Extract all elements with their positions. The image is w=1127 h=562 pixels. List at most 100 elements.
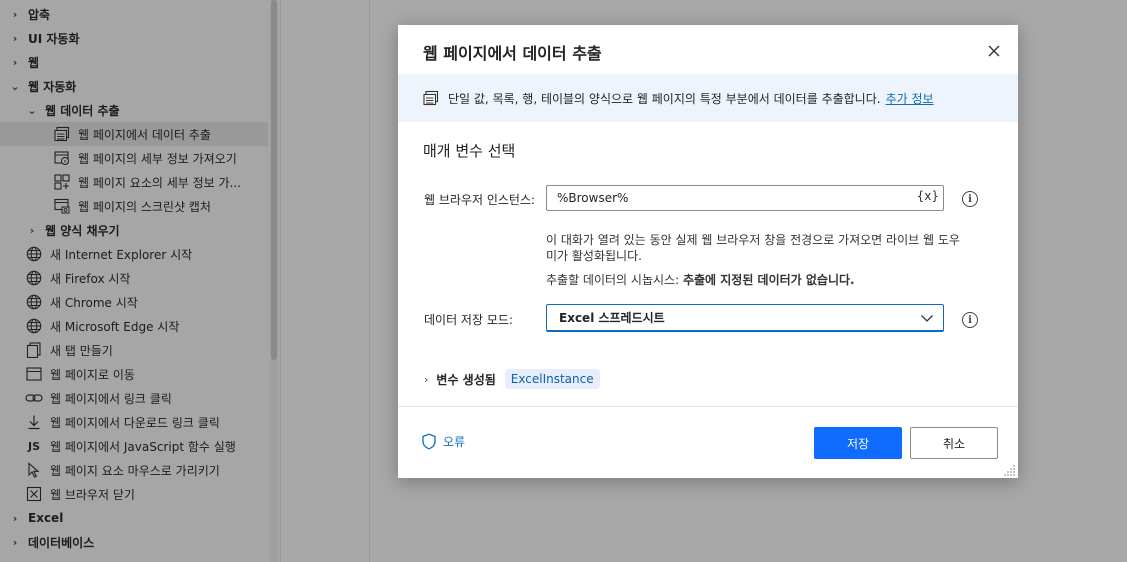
data-preview-line: 추출할 데이터의 시놉시스: 추출에 지정된 데이터가 없습니다.	[546, 272, 855, 288]
live-helper-hint-line2: 미가 활성화됩니다.	[546, 249, 642, 263]
tree-item[interactable]: 웹 페이지에서 링크 클릭	[0, 386, 268, 410]
tree-item-label: 웹 페이지에서 JavaScript 함수 실행	[50, 439, 236, 454]
variable-pill[interactable]: ExcelInstance	[504, 369, 600, 389]
new-tab-icon	[25, 342, 43, 358]
tree-item-label: 웹 페이지에서 다운로드 링크 클릭	[50, 415, 220, 430]
browser-instance-value: %Browser%	[557, 191, 629, 205]
chevron-right-icon[interactable]: ›	[8, 32, 22, 45]
variable-picker-button[interactable]: {x}	[917, 189, 939, 203]
browser-window-icon	[25, 366, 43, 382]
page-details-icon	[53, 150, 71, 166]
download-icon	[25, 414, 43, 430]
chevron-right-icon[interactable]: ›	[8, 512, 22, 525]
shield-icon	[421, 433, 437, 450]
save-button[interactable]: 저장	[814, 427, 902, 459]
tree-item-label: 압축	[28, 7, 51, 22]
live-helper-hint-line1: 이 대화가 열려 있는 동안 실제 웹 브라우저 창을 전경으로 가져오면 라이…	[546, 233, 960, 247]
chevron-down-icon	[921, 315, 933, 322]
data-preview-label: 추출할 데이터의 시놉시스:	[546, 273, 680, 287]
tree-item[interactable]: 새 Microsoft Edge 시작	[0, 314, 268, 338]
extract-data-dialog: 웹 페이지에서 데이터 추출 단일 값, 목록, 행, 테이블의 양식으로 웹 …	[398, 25, 1018, 478]
cursor-icon	[25, 462, 43, 478]
chevron-down-icon[interactable]: ⌄	[25, 104, 39, 117]
tree-item[interactable]: 새 Firefox 시작	[0, 266, 268, 290]
info-icon[interactable]: i	[962, 191, 978, 207]
tree-item-label: 새 Chrome 시작	[50, 295, 138, 310]
tree-item[interactable]: 새 탭 만들기	[0, 338, 268, 362]
globe-icon	[25, 246, 43, 262]
chevron-right-icon[interactable]: ›	[8, 56, 22, 69]
tree-item[interactable]: 웹 페이지 요소 마우스로 가리키기	[0, 458, 268, 482]
dialog-title: 웹 페이지에서 데이터 추출	[423, 44, 602, 63]
tree-item-label: 데이터베이스	[28, 535, 95, 550]
tree-item[interactable]: › 압축	[0, 2, 268, 26]
tree-item[interactable]: 웹 페이지의 세부 정보 가져오기	[0, 146, 268, 170]
tree-item[interactable]: ⌄ 웹 자동화	[0, 74, 268, 98]
info-icon[interactable]: i	[962, 312, 978, 328]
tree-item-label: 웹 페이지에서 링크 클릭	[50, 391, 172, 406]
tree-item[interactable]: › 웹	[0, 50, 268, 74]
chevron-right-icon[interactable]: ›	[8, 536, 22, 549]
tree-item[interactable]: › UI 자동화	[0, 26, 268, 50]
variables-pane	[280, 0, 370, 562]
tree-item-label: 웹 페이지에서 데이터 추출	[78, 127, 211, 142]
variables-produced-toggle[interactable]: › 변수 생성됨 ExcelInstance	[424, 369, 600, 389]
chevron-right-icon[interactable]: ›	[8, 8, 22, 21]
element-details-icon	[53, 174, 71, 190]
storage-mode-label: 데이터 저장 모드:	[424, 313, 513, 327]
tree-item-label: 새 Microsoft Edge 시작	[50, 319, 180, 334]
tree-item-label: 웹 페이지의 스크린샷 캡처	[78, 199, 211, 214]
extract-data-icon	[423, 90, 439, 106]
cancel-button[interactable]: 취소	[910, 427, 998, 459]
tree-item[interactable]: 웹 페이지 요소의 세부 정보 가...	[0, 170, 268, 194]
tree-item-label: 새 Firefox 시작	[50, 271, 131, 286]
link-icon	[25, 390, 43, 406]
chevron-right-icon[interactable]: ›	[25, 224, 39, 237]
chevron-down-icon[interactable]: ⌄	[8, 80, 22, 93]
info-banner: 단일 값, 목록, 행, 테이블의 양식으로 웹 페이지의 특정 부분에서 데이…	[398, 74, 1018, 122]
globe-icon	[25, 318, 43, 334]
actions-pane: › 압축 › UI 자동화 › 웹 ⌄ 웹 자동화 ⌄ 웹 데이터 추출 웹 페이지에서 데이터 추…	[0, 0, 280, 562]
tree-item-label: 웹 양식 채우기	[45, 223, 120, 238]
more-info-link[interactable]: 추가 정보	[886, 90, 934, 107]
tree-item[interactable]: › Excel	[0, 506, 268, 530]
tree-item[interactable]: 웹 페이지로 이동	[0, 362, 268, 386]
tree-item-label: 웹 자동화	[28, 79, 77, 94]
tree-item[interactable]: 웹 페이지에서 다운로드 링크 클릭	[0, 410, 268, 434]
tree-item[interactable]: › 웹 양식 채우기	[0, 218, 268, 242]
actions-scroll-thumb[interactable]	[271, 0, 277, 360]
on-error-label: 오류	[443, 435, 466, 449]
close-button[interactable]	[984, 41, 1004, 61]
tree-item[interactable]: 웹 페이지에서 데이터 추출	[0, 122, 268, 146]
tree-item[interactable]: JS 웹 페이지에서 JavaScript 함수 실행	[0, 434, 268, 458]
js-icon: JS	[27, 439, 40, 453]
storage-mode-value: Excel 스프레드시트	[559, 311, 665, 325]
tree-item-label: 웹 페이지로 이동	[50, 367, 135, 382]
tree-item-label: 새 Internet Explorer 시작	[50, 247, 193, 262]
tree-item-label: UI 자동화	[28, 31, 80, 46]
browser-instance-input[interactable]: %Browser% {x}	[546, 185, 944, 211]
resize-grip-icon[interactable]	[1004, 464, 1016, 476]
tree-item[interactable]: 웹 브라우저 닫기	[0, 482, 268, 506]
tree-item-label: 웹 페이지 요소 마우스로 가리키기	[50, 463, 220, 478]
section-title: 매개 변수 선택	[423, 142, 516, 160]
tree-item-label: Excel	[28, 511, 64, 525]
data-preview-value: 추출에 지정된 데이터가 없습니다.	[682, 273, 855, 287]
tree-item[interactable]: ⌄ 웹 데이터 추출	[0, 98, 268, 122]
tree-item[interactable]: 새 Chrome 시작	[0, 290, 268, 314]
tree-item[interactable]: 새 Internet Explorer 시작	[0, 242, 268, 266]
footer-divider	[398, 406, 1018, 407]
on-error-link[interactable]: 오류	[421, 433, 465, 450]
close-box-icon	[25, 486, 43, 502]
tree-item[interactable]: › 데이터베이스	[0, 530, 268, 554]
globe-icon	[25, 294, 43, 310]
storage-mode-select[interactable]: Excel 스프레드시트	[546, 304, 944, 332]
close-icon	[988, 45, 1000, 57]
extract-data-icon	[53, 126, 71, 142]
tree-item-label: 웹 페이지 요소의 세부 정보 가...	[78, 175, 241, 190]
tree-item[interactable]: 웹 페이지의 스크린샷 캡처	[0, 194, 268, 218]
screenshot-icon	[53, 198, 71, 214]
tree-item-label: 웹	[28, 55, 40, 70]
globe-icon	[25, 270, 43, 286]
tree-item-label: 웹 데이터 추출	[45, 103, 120, 118]
